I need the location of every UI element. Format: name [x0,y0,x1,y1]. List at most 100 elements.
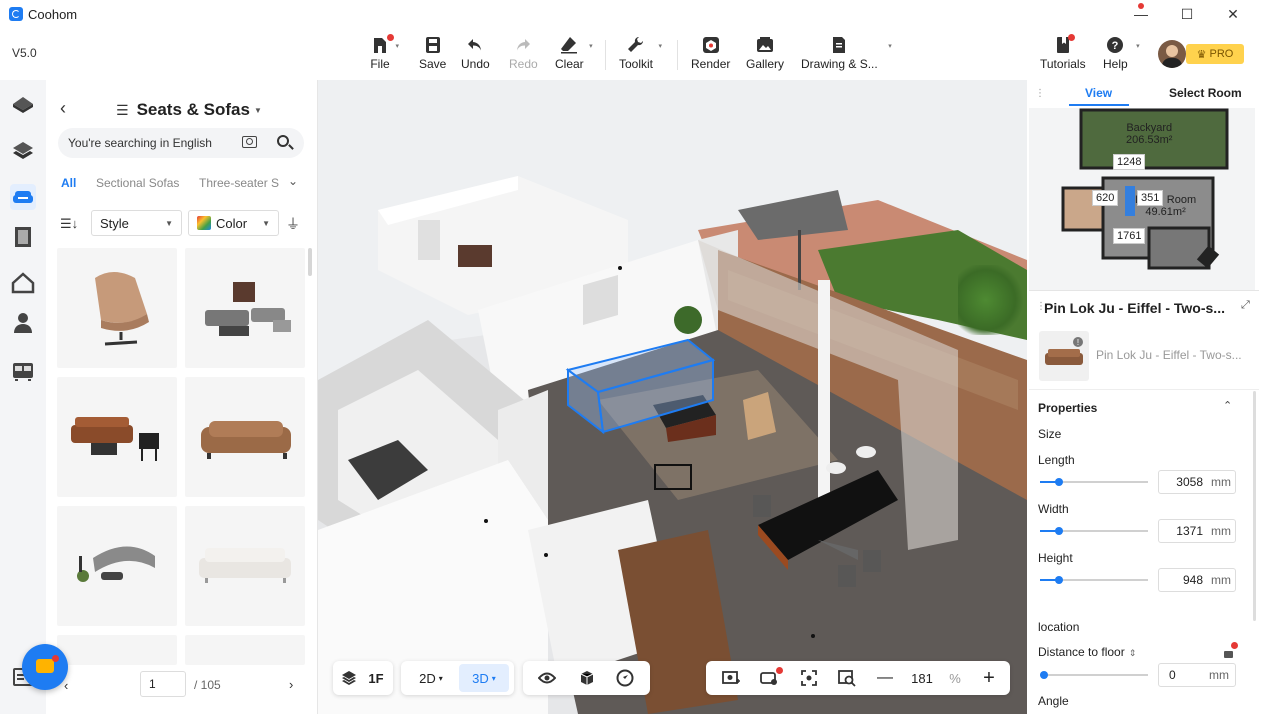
style-filter-dropdown[interactable]: Style ▼ [91,210,182,236]
distance-slider[interactable] [1040,671,1148,679]
lock-icon[interactable] [1224,651,1233,658]
eraser-icon [561,37,578,54]
screenshot-icon[interactable] [716,661,746,695]
layers-icon [339,661,359,695]
cabinet-icon[interactable] [10,358,36,384]
undo-button[interactable]: Undo [461,36,490,76]
product-thumbnail[interactable] [185,506,305,626]
length-input[interactable]: mm [1158,470,1236,494]
person-icon[interactable] [10,310,36,336]
focus-icon[interactable] [794,661,824,695]
product-thumbnail[interactable] [57,248,177,368]
zoom-value[interactable]: 181 [902,661,942,695]
chevron-down-icon[interactable]: ⌄ [288,174,298,188]
mode-3d-button[interactable]: 3D ▾ [459,664,509,692]
page-number-input[interactable] [140,671,186,697]
width-slider[interactable] [1040,527,1148,535]
notification-dot [387,34,394,41]
product-thumbnail[interactable] [57,635,177,665]
save-button[interactable]: Save [419,36,446,76]
height-input[interactable]: mm [1158,568,1236,592]
camera-settings-icon[interactable] [754,661,784,695]
app-logo-icon [9,7,23,21]
chat-support-button[interactable] [22,644,68,690]
properties-panel: ⋮ Pin Lok Ju - Eiffel - Two-s... ⤢ ! Pin… [1029,290,1259,714]
back-button[interactable]: ‹ [60,98,66,119]
search-icon[interactable] [277,135,289,147]
door-window-icon[interactable] [10,224,36,250]
3d-viewport[interactable] [318,80,1027,714]
product-name: Pin Lok Ju - Eiffel - Two-s... [1096,348,1242,362]
zoom-unit: % [949,670,961,686]
properties-scrollbar[interactable] [1253,391,1256,621]
tutorials-button[interactable]: Tutorials [1040,34,1086,76]
width-label: Width [1038,502,1069,516]
maximize-button[interactable]: ☐ [1164,0,1210,28]
chevron-up-icon[interactable]: ⌃ [1223,399,1232,412]
user-avatar[interactable] [1158,40,1186,68]
toolbar-divider [677,40,678,70]
camera-icon[interactable] [242,136,257,148]
category-selector[interactable]: ☰ Seats & Sofas ▼ [116,100,262,120]
floor-selector[interactable]: 1F [333,661,393,695]
eye-icon[interactable] [533,661,561,695]
close-button[interactable]: ✕ [1210,0,1256,28]
filter-clear-icon[interactable]: ⏚ [286,214,300,234]
svg-text:?: ? [1112,40,1119,52]
product-thumbnail[interactable] [185,635,305,665]
zoom-in-button[interactable]: + [976,661,1002,695]
color-filter-dropdown[interactable]: Color ▼ [188,210,279,236]
drag-handle-icon[interactable]: ⋮ [1035,88,1045,99]
gallery-button[interactable]: Gallery [746,36,784,76]
tab-select-room[interactable]: Select Room [1169,86,1242,100]
chevron-updown-icon[interactable]: ⇕ [1129,648,1137,658]
pro-badge[interactable]: ♛ PRO [1186,44,1244,64]
toolkit-button[interactable]: Toolkit ▾ [619,36,662,76]
location-label: location [1038,620,1080,634]
width-input[interactable]: mm [1158,519,1236,543]
product-thumbnail[interactable] [185,248,305,368]
render-button[interactable]: Render [691,36,730,76]
tab-sectional-sofas[interactable]: Sectional Sofas [96,176,179,190]
prev-page-button[interactable]: ‹ [64,678,68,693]
zoom-fit-icon[interactable] [832,661,862,695]
catalog-scrollbar[interactable] [308,248,312,276]
redo-button[interactable]: Redo [509,36,538,76]
divider [1029,389,1259,390]
clear-button[interactable]: Clear ▾ [555,36,593,76]
minimap-room-backyard: Backyard 206.53m² [1126,122,1173,146]
sort-icon[interactable]: ☰↓ [60,216,78,232]
roof-icon[interactable] [10,270,36,296]
tab-three-seater[interactable]: Three-seater S [199,176,279,190]
drawing-button[interactable]: Drawing & S... ▾ [801,36,892,76]
layers-build-icon[interactable] [10,138,36,164]
product-thumbnail[interactable] [57,377,177,497]
dimension-label: 620 [1092,190,1119,206]
toolbar-divider [605,40,606,70]
distance-input[interactable]: mm [1158,663,1236,687]
chevron-down-icon: ▾ [395,43,399,50]
zoom-out-button[interactable]: — [872,661,898,695]
next-page-button[interactable]: › [289,677,293,692]
file-button[interactable]: File ▾ [370,34,399,76]
expand-icon[interactable]: ⤢ [1241,299,1250,312]
compass-icon[interactable] [611,661,639,695]
product-thumbnail[interactable] [57,506,177,626]
product-thumbnail[interactable] [185,377,305,497]
search-input[interactable] [58,128,304,158]
brown-sofa-image [201,421,291,459]
mode-2d-button[interactable]: 2D ▾ [407,661,455,695]
height-label: Height [1038,551,1073,565]
wrench-icon [628,36,644,52]
cube-icon[interactable] [573,661,601,695]
category-title: Seats & Sofas [136,100,250,119]
leather-sofa-set-image [71,417,159,461]
length-slider[interactable] [1040,478,1148,486]
tab-view[interactable]: View [1085,86,1112,100]
help-button[interactable]: ? Help ▾ [1103,36,1140,76]
height-slider[interactable] [1040,576,1148,584]
minimap[interactable]: Backyard 206.53m² Living Room 49.61m² 12… [1029,108,1255,290]
furniture-catalog-tab[interactable] [10,184,36,210]
tab-all[interactable]: All [61,176,76,190]
floorplan-icon[interactable] [10,90,36,116]
